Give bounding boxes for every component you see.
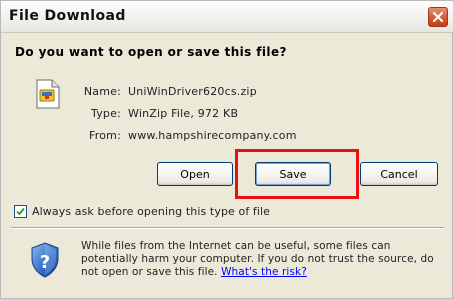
title-bar[interactable]: File Download bbox=[1, 1, 453, 33]
file-name-value: UniWinDriver620cs.zip bbox=[128, 85, 257, 98]
save-button-highlight bbox=[235, 149, 359, 199]
file-download-dialog: File Download Do you want to open or sav… bbox=[0, 0, 453, 299]
close-icon bbox=[432, 11, 444, 23]
type-label: Type: bbox=[91, 107, 121, 120]
window-title: File Download bbox=[9, 8, 126, 24]
name-label: Name: bbox=[83, 85, 121, 98]
file-type-value: WinZip File, 972 KB bbox=[128, 107, 239, 120]
cancel-button[interactable]: Cancel bbox=[360, 162, 438, 186]
always-ask-label[interactable]: Always ask before opening this type of f… bbox=[32, 205, 270, 218]
always-ask-checkbox[interactable] bbox=[14, 205, 27, 218]
file-source-value: www.hampshirecompany.com bbox=[128, 129, 297, 142]
open-button[interactable]: Open bbox=[157, 162, 233, 186]
divider-highlight bbox=[11, 228, 444, 229]
svg-text:?: ? bbox=[40, 252, 50, 273]
from-label: From: bbox=[89, 129, 121, 142]
dialog-heading: Do you want to open or save this file? bbox=[15, 45, 287, 59]
security-warning: While files from the Internet can be use… bbox=[81, 240, 446, 279]
whats-the-risk-link[interactable]: What's the risk? bbox=[221, 266, 307, 278]
close-button[interactable] bbox=[428, 7, 448, 27]
checkmark-icon bbox=[16, 207, 25, 216]
security-shield-icon: ? bbox=[31, 242, 59, 278]
